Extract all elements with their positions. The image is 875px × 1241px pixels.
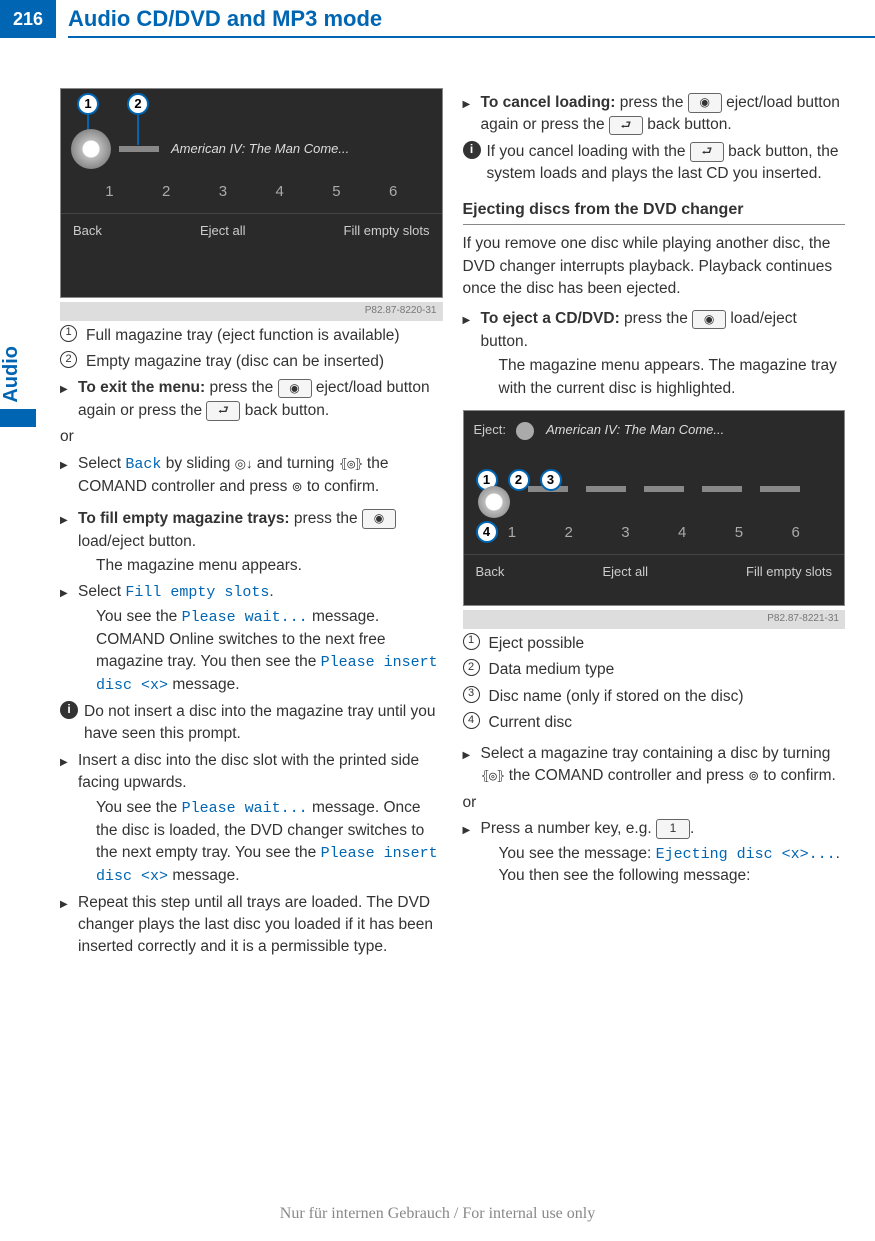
- disc-icon: [478, 486, 510, 518]
- slot-numbers: 1 2 3 4 5 6: [61, 175, 442, 213]
- section-heading: Ejecting discs from the DVD changer: [463, 198, 846, 225]
- step-marker: [463, 818, 481, 888]
- info-note: i If you cancel loading with the ⮐ back …: [463, 141, 846, 186]
- back-button-icon: ⮐: [609, 116, 643, 135]
- info-icon: i: [60, 701, 78, 719]
- section-tab: Audio: [0, 340, 36, 440]
- number-key-icon: 1: [656, 819, 690, 838]
- softkey-fill: Fill empty slots: [344, 222, 430, 241]
- slide-icon: ◎↓: [235, 456, 253, 471]
- or-text: or: [60, 426, 443, 448]
- legend-row: 1 Full magazine tray (eject function is …: [60, 325, 443, 347]
- step-result: You see the Please wait... message. Once…: [96, 797, 443, 888]
- page-number: 216: [0, 0, 56, 38]
- callout-3: 3: [540, 469, 562, 491]
- softkey-back: Back: [476, 563, 505, 582]
- step: To eject a CD/DVD: press the ◉ load/ejec…: [463, 308, 846, 400]
- image-id: P82.87-8220-31: [60, 302, 443, 321]
- eject-button-icon: ◉: [688, 93, 722, 112]
- or-text: or: [463, 792, 846, 814]
- legend-row: 3Disc name (only if stored on the disc): [463, 686, 846, 708]
- legend-row: 1Eject possible: [463, 633, 846, 655]
- softkey-back: Back: [73, 222, 102, 241]
- disc-title: American IV: The Man Come...: [171, 140, 349, 159]
- legend-text: Full magazine tray (eject function is av…: [86, 325, 400, 347]
- turn-icon: ⦃◎⦄: [339, 457, 363, 472]
- legend-text: Empty magazine tray (disc can be inserte…: [86, 351, 384, 373]
- eject-button-icon: ◉: [692, 310, 726, 329]
- callout-4: 4: [476, 521, 498, 543]
- softkey-eject-all: Eject all: [602, 563, 648, 582]
- step-marker: [60, 581, 78, 696]
- disc-type-icon: [516, 422, 534, 440]
- step: Select Fill empty slots. You see the Ple…: [60, 581, 443, 696]
- empty-slot-icon: [644, 486, 684, 492]
- slot-numbers: 1 2 3 4 5 6: [464, 522, 845, 554]
- empty-slot-icon: [760, 486, 800, 492]
- step-marker: [60, 453, 78, 498]
- step-result: The magazine menu appears.: [96, 555, 443, 577]
- eject-label: Eject:: [474, 421, 507, 440]
- press-icon: ⊚: [292, 479, 303, 494]
- step-marker: [60, 750, 78, 888]
- step: To exit the menu: press the ◉ eject/load…: [60, 377, 443, 422]
- step-marker: [60, 377, 78, 422]
- disc-title: American IV: The Man Come...: [546, 421, 724, 440]
- step-result: The magazine menu appears. The magazine …: [499, 355, 846, 400]
- section-tab-marker: [0, 409, 36, 427]
- legend-row: 2 Empty magazine tray (disc can be inser…: [60, 351, 443, 373]
- page-header: 216 Audio CD/DVD and MP3 mode: [0, 0, 875, 38]
- eject-button-icon: ◉: [278, 379, 312, 398]
- step-marker: [463, 92, 481, 137]
- image-id: P82.87-8221-31: [463, 610, 846, 629]
- step: Repeat this step until all trays are loa…: [60, 892, 443, 959]
- screenshot-magazine-1: 1 2 American IV: The Man Come... 1 2 3 4…: [60, 88, 443, 298]
- step-marker: [463, 308, 481, 400]
- body-text: If you remove one disc while playing ano…: [463, 233, 846, 300]
- callout-2: 2: [127, 93, 149, 115]
- step: Select a magazine tray containing a disc…: [463, 743, 846, 788]
- step-marker: [463, 743, 481, 788]
- screenshot-magazine-2: Eject: American IV: The Man Come... 1 2 …: [463, 410, 846, 606]
- info-note: i Do not insert a disc into the magazine…: [60, 701, 443, 746]
- step-marker: [60, 892, 78, 959]
- step-result: You see the message: Ejecting disc <x>..…: [499, 843, 846, 888]
- step-result: You see the Please wait... message. COMA…: [96, 606, 443, 697]
- right-column: To cancel loading: press the ◉ eject/loa…: [463, 88, 846, 963]
- back-button-icon: ⮐: [690, 142, 724, 161]
- back-button-icon: ⮐: [206, 401, 240, 420]
- softkey-eject-all: Eject all: [200, 222, 246, 241]
- step: Press a number key, e.g. 1. You see the …: [463, 818, 846, 888]
- softkey-fill: Fill empty slots: [746, 563, 832, 582]
- callout-1: 1: [77, 93, 99, 115]
- empty-slot-icon: [702, 486, 742, 492]
- info-icon: i: [463, 141, 481, 159]
- empty-slot-icon: [119, 146, 159, 152]
- legend-num-2: 2: [60, 351, 77, 368]
- step: To cancel loading: press the ◉ eject/loa…: [463, 92, 846, 137]
- left-column: 1 2 American IV: The Man Come... 1 2 3 4…: [60, 88, 443, 963]
- footer-watermark: Nur für internen Gebrauch / For internal…: [0, 1205, 875, 1223]
- disc-icon: [71, 129, 111, 169]
- legend-num-1: 1: [60, 325, 77, 342]
- press-icon: ⊚: [748, 768, 759, 783]
- step-marker: [60, 508, 78, 577]
- eject-button-icon: ◉: [362, 509, 396, 528]
- empty-slot-icon: [586, 486, 626, 492]
- step: Insert a disc into the disc slot with th…: [60, 750, 443, 888]
- step: Select Back by sliding ◎↓ and turning ⦃◎…: [60, 453, 443, 498]
- step: To fill empty magazine trays: press the …: [60, 508, 443, 577]
- legend-row: 2Data medium type: [463, 659, 846, 681]
- page-title: Audio CD/DVD and MP3 mode: [68, 0, 875, 38]
- turn-icon: ⦃◎⦄: [481, 769, 505, 784]
- callout-2: 2: [508, 469, 530, 491]
- section-tab-label: Audio: [0, 340, 36, 409]
- legend-row: 4Current disc: [463, 712, 846, 734]
